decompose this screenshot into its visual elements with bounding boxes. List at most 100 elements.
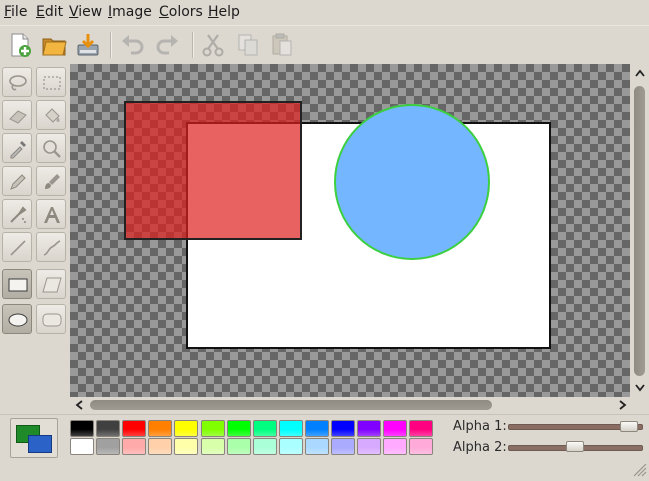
canvas-viewport[interactable] bbox=[70, 64, 630, 397]
palette-swatch[interactable] bbox=[305, 438, 329, 455]
alpha2-label: Alpha 2: bbox=[453, 440, 507, 455]
text-icon bbox=[44, 207, 60, 223]
palette-swatch[interactable] bbox=[409, 420, 433, 437]
palette-swatch[interactable] bbox=[70, 438, 94, 455]
pencil-icon bbox=[10, 174, 26, 190]
undo-icon bbox=[122, 35, 144, 55]
redo-icon bbox=[156, 35, 178, 55]
vertical-scrollbar[interactable] bbox=[631, 64, 649, 397]
save-file-button[interactable] bbox=[74, 31, 102, 59]
toolbar-separator bbox=[110, 32, 112, 58]
menu-image[interactable]: Image bbox=[108, 4, 152, 20]
palette-swatch[interactable] bbox=[201, 420, 225, 437]
resize-grip-icon[interactable] bbox=[633, 463, 647, 477]
palette-swatch[interactable] bbox=[227, 420, 251, 437]
palette-swatch[interactable] bbox=[357, 438, 381, 455]
menu-edit[interactable]: Edit bbox=[36, 4, 63, 20]
palette-swatch[interactable] bbox=[279, 420, 303, 437]
copy-icon bbox=[238, 34, 258, 56]
rounded-rectangle-icon bbox=[42, 313, 62, 327]
free-form-shape-tool[interactable] bbox=[36, 269, 66, 299]
palette-swatch[interactable] bbox=[279, 438, 303, 455]
scissors-icon bbox=[202, 34, 224, 57]
alpha2-slider-thumb[interactable] bbox=[566, 441, 584, 452]
rect-select-tool[interactable] bbox=[36, 67, 66, 97]
cut-button[interactable] bbox=[199, 31, 227, 59]
new-file-icon bbox=[11, 33, 31, 57]
undo-button[interactable] bbox=[118, 31, 146, 59]
toolbox bbox=[0, 64, 68, 414]
menu-help[interactable]: Help bbox=[208, 4, 240, 20]
palette-swatch[interactable] bbox=[305, 420, 329, 437]
scroll-left-arrow-icon[interactable] bbox=[72, 397, 86, 413]
alpha1-label: Alpha 1: bbox=[453, 419, 507, 434]
menu-colors[interactable]: Colors bbox=[159, 4, 203, 20]
palette-swatch[interactable] bbox=[253, 438, 277, 455]
palette-swatch[interactable] bbox=[174, 420, 198, 437]
fill-bucket-tool[interactable] bbox=[36, 100, 66, 130]
open-folder-icon bbox=[42, 38, 67, 56]
drawing-canvas[interactable] bbox=[70, 64, 630, 397]
magnifier-icon bbox=[43, 140, 61, 158]
palette-swatch[interactable] bbox=[409, 438, 433, 455]
palette-swatch[interactable] bbox=[96, 420, 120, 437]
curve-icon bbox=[43, 240, 61, 256]
ellipse-icon bbox=[8, 313, 28, 327]
palette-swatch[interactable] bbox=[383, 420, 407, 437]
toolbar bbox=[0, 25, 649, 64]
horizontal-scrollbar[interactable] bbox=[70, 397, 631, 413]
palette-swatch[interactable] bbox=[174, 438, 198, 455]
line-icon bbox=[10, 240, 26, 256]
paint-bucket-icon bbox=[45, 108, 60, 123]
palette-swatch[interactable] bbox=[357, 420, 381, 437]
rounded-rectangle-tool[interactable] bbox=[36, 304, 66, 334]
palette-swatch[interactable] bbox=[96, 438, 120, 455]
palette-swatch[interactable] bbox=[148, 438, 172, 455]
palette-swatch[interactable] bbox=[201, 438, 225, 455]
rectangle-tool[interactable] bbox=[2, 269, 32, 299]
palette-swatch[interactable] bbox=[122, 438, 146, 455]
eraser-icon bbox=[9, 110, 27, 124]
palette-swatch[interactable] bbox=[227, 438, 251, 455]
blue-circle bbox=[334, 104, 490, 260]
pencil-tool[interactable] bbox=[2, 166, 32, 196]
save-icon bbox=[77, 34, 99, 56]
palette-swatch[interactable] bbox=[148, 420, 172, 437]
lasso-select-tool[interactable] bbox=[2, 67, 32, 97]
color-picker-tool[interactable] bbox=[2, 133, 32, 163]
menu-view[interactable]: View bbox=[69, 4, 102, 20]
zoom-tool[interactable] bbox=[36, 133, 66, 163]
vertical-scroll-thumb[interactable] bbox=[634, 86, 645, 376]
horizontal-scroll-thumb[interactable] bbox=[90, 400, 492, 410]
palette-swatch[interactable] bbox=[253, 420, 277, 437]
copy-button[interactable] bbox=[234, 31, 262, 59]
airbrush-tool[interactable] bbox=[2, 199, 32, 229]
scroll-down-arrow-icon[interactable] bbox=[631, 381, 649, 395]
menu-file[interactable]: File bbox=[4, 4, 27, 20]
paste-button[interactable] bbox=[268, 31, 296, 59]
palette-swatch[interactable] bbox=[383, 438, 407, 455]
redo-button[interactable] bbox=[154, 31, 182, 59]
text-tool[interactable] bbox=[36, 199, 66, 229]
ellipse-tool[interactable] bbox=[2, 304, 32, 334]
palette-swatch[interactable] bbox=[331, 438, 355, 455]
paste-icon bbox=[272, 33, 292, 56]
palette-swatch[interactable] bbox=[122, 420, 146, 437]
curve-tool[interactable] bbox=[36, 232, 66, 262]
paintbrush-tool[interactable] bbox=[36, 166, 66, 196]
line-tool[interactable] bbox=[2, 232, 32, 262]
eraser-tool[interactable] bbox=[2, 100, 32, 130]
color-panel: Alpha 1: Alpha 2: bbox=[0, 414, 649, 481]
toolbar-separator bbox=[192, 32, 194, 58]
color-palette bbox=[0, 415, 440, 475]
alpha1-slider-thumb[interactable] bbox=[620, 421, 638, 432]
palette-swatch[interactable] bbox=[70, 420, 94, 437]
open-file-button[interactable] bbox=[40, 31, 68, 59]
scroll-up-arrow-icon[interactable] bbox=[631, 66, 649, 80]
free-form-shape-icon bbox=[42, 277, 62, 293]
menu-bar: File Edit View Image Colors Help bbox=[0, 0, 649, 24]
rectangle-icon bbox=[8, 278, 28, 292]
scroll-right-arrow-icon[interactable] bbox=[616, 397, 630, 413]
new-file-button[interactable] bbox=[6, 31, 34, 59]
palette-swatch[interactable] bbox=[331, 420, 355, 437]
